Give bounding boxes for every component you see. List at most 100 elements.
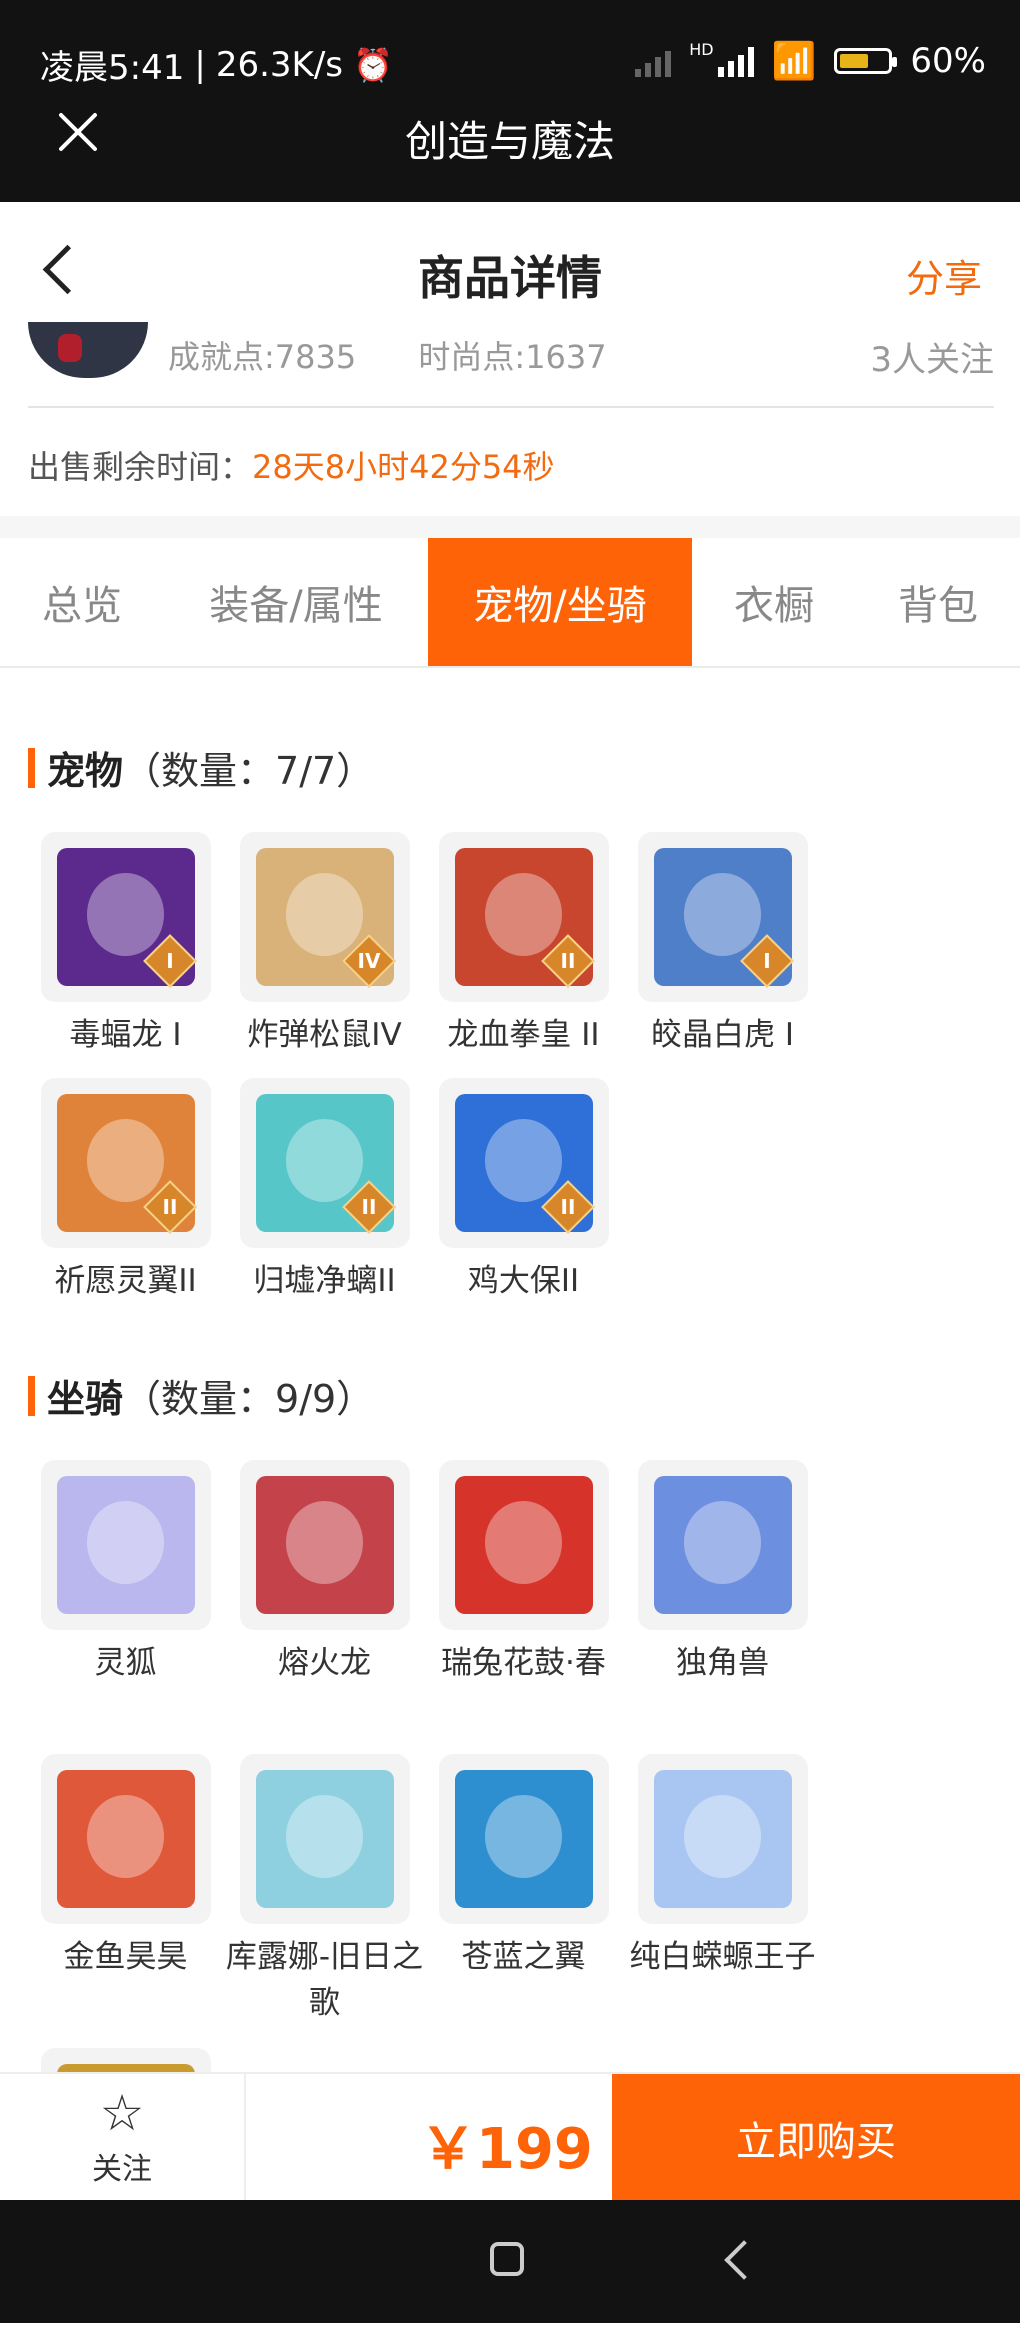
share-button[interactable]: 分享 [906,248,982,303]
network-speed: 26.3K/s [215,44,343,85]
sale-countdown: 28天8小时42分54秒 [252,448,555,486]
status-left: 凌晨5:41 | 26.3K/s ⏰ [40,40,393,89]
mount-item[interactable]: 灵狐 [26,1460,225,1754]
item-thumbnail [40,1460,211,1630]
item-name: 灵狐 [94,1645,157,1681]
mount-item[interactable]: 独角兽 [623,1460,822,1754]
page-header: 商品详情 分享 [0,202,1020,332]
wifi-icon: 📶 [771,41,817,82]
mounts-count: （数量：9/9） [123,1377,375,1421]
grade-badge-text: II [560,1195,575,1219]
system-back-icon[interactable] [724,2240,764,2280]
grade-badge-text: IV [357,949,380,973]
pet-item[interactable]: I 皎晶白虎 I [623,832,822,1078]
item-image [454,1770,593,1908]
item-image [653,1476,792,1614]
tab-equipment[interactable]: 装备/属性 [164,538,428,666]
status-right: HD 📶 60% [635,40,986,82]
pets-grid: I 毒蝠龙 I IV 炸弹松鼠IV II 龙血拳皇 II I 皎晶白虎 I II 祈愿灵翼II II… [26,832,1006,1324]
follow-label: 关注 [92,2152,152,2187]
buy-now-button[interactable]: 立即购买 [612,2074,1020,2202]
tab-bar: 总览 装备/属性 宠物/坐骑 衣橱 背包 [0,538,1020,668]
item-image [255,1770,394,1908]
item-thumbnail [438,1460,609,1630]
signal-icon [635,45,672,77]
pet-item[interactable]: II 归墟净螭II [225,1078,424,1324]
tab-overview[interactable]: 总览 [0,538,164,666]
pet-item[interactable]: II 祈愿灵翼II [26,1078,225,1324]
item-name: 瑞兔花鼓·春 [441,1645,606,1681]
item-image [56,1476,195,1614]
app-title: 创造与魔法 [404,117,615,166]
item-name: 鸡大保II [467,1263,580,1299]
item-image [255,1476,394,1614]
tab-backpack[interactable]: 背包 [856,538,1020,666]
grade-badge-text: II [560,949,575,973]
item-thumbnail: II [438,832,609,1002]
item-name: 金鱼昊昊 [63,1939,188,1975]
item-image [56,1770,195,1908]
pets-section-title: 宠物 （数量：7/7） [28,740,374,795]
item-thumbnail [637,1460,808,1630]
item-image [653,1770,792,1908]
status-time: 凌晨5:41 [40,48,185,88]
pet-item[interactable]: II 龙血拳皇 II [424,832,623,1078]
follow-count: 3人关注 [870,340,994,380]
item-thumbnail: II [40,1078,211,1248]
mount-item[interactable]: 苍蓝之翼 [424,1754,623,2048]
avatar [28,322,148,378]
item-name: 龙血拳皇 II [447,1017,600,1053]
pet-item[interactable]: IV 炸弹松鼠IV [225,832,424,1078]
follow-button[interactable]: ☆ 关注 [0,2074,246,2202]
item-name: 归墟净螭II [253,1263,396,1299]
mounts-title: 坐骑 [47,1377,124,1421]
item-thumbnail: IV [239,832,410,1002]
grade-badge-text: I [165,949,174,973]
recent-apps-icon[interactable] [490,2242,524,2276]
star-icon: ☆ [99,2084,145,2142]
price: ￥199 [420,2117,593,2182]
pet-item[interactable]: I 毒蝠龙 I [26,832,225,1078]
status-bar: 凌晨5:41 | 26.3K/s ⏰ HD 📶 60% 创造与魔法 [0,0,1020,202]
mounts-section-title: 坐骑 （数量：9/9） [28,1368,374,1423]
item-thumbnail [637,1754,808,1924]
pets-count: （数量：7/7） [123,749,375,793]
alarm-icon: ⏰ [353,45,393,84]
mount-item[interactable]: 熔火龙 [225,1460,424,1754]
item-name: 毒蝠龙 I [69,1017,182,1053]
section-marker [28,747,35,788]
item-name: 苍蓝之翼 [461,1939,586,1975]
item-name: 库露娜-旧日之歌 [225,1939,424,2021]
item-thumbnail [239,1460,410,1630]
sale-remaining: 出售剩余时间：28天8小时42分54秒 [28,442,555,488]
mount-item[interactable]: 金鱼昊昊 [26,1754,225,2048]
grade-badge-text: I [762,949,771,973]
mount-item[interactable]: 瑞兔花鼓·春 [424,1460,623,1754]
mount-item[interactable]: 库露娜-旧日之歌 [225,1754,424,2048]
tab-wardrobe[interactable]: 衣橱 [692,538,856,666]
divider [0,516,1020,538]
signal-hd-icon [717,45,754,77]
points: 成就点:7835 时尚点:1637 [168,332,659,378]
pets-title: 宠物 [47,749,124,793]
item-thumbnail [239,1754,410,1924]
item-image [454,1476,593,1614]
item-name: 熔火龙 [278,1645,371,1681]
pet-item[interactable]: II 鸡大保II [424,1078,623,1324]
item-thumbnail [438,1754,609,1924]
grade-badge-text: II [361,1195,376,1219]
battery-fill [840,54,869,68]
tab-pets-mounts[interactable]: 宠物/坐骑 [428,538,692,666]
item-thumbnail: I [637,832,808,1002]
item-name: 纯白蝾螈王子 [629,1939,816,1975]
battery-icon [834,48,898,74]
item-thumbnail [40,1754,211,1924]
user-summary: 成就点:7835 时尚点:1637 3人关注 [28,322,994,408]
achievement-points: 成就点:7835 [168,338,357,376]
mount-item[interactable]: 纯白蝾螈王子 [623,1754,822,2048]
page-title: 商品详情 [418,251,602,305]
item-name: 祈愿灵翼II [54,1263,197,1299]
sale-label: 出售剩余时间： [28,448,253,486]
hd-label: HD [689,40,714,59]
item-thumbnail: I [40,832,211,1002]
